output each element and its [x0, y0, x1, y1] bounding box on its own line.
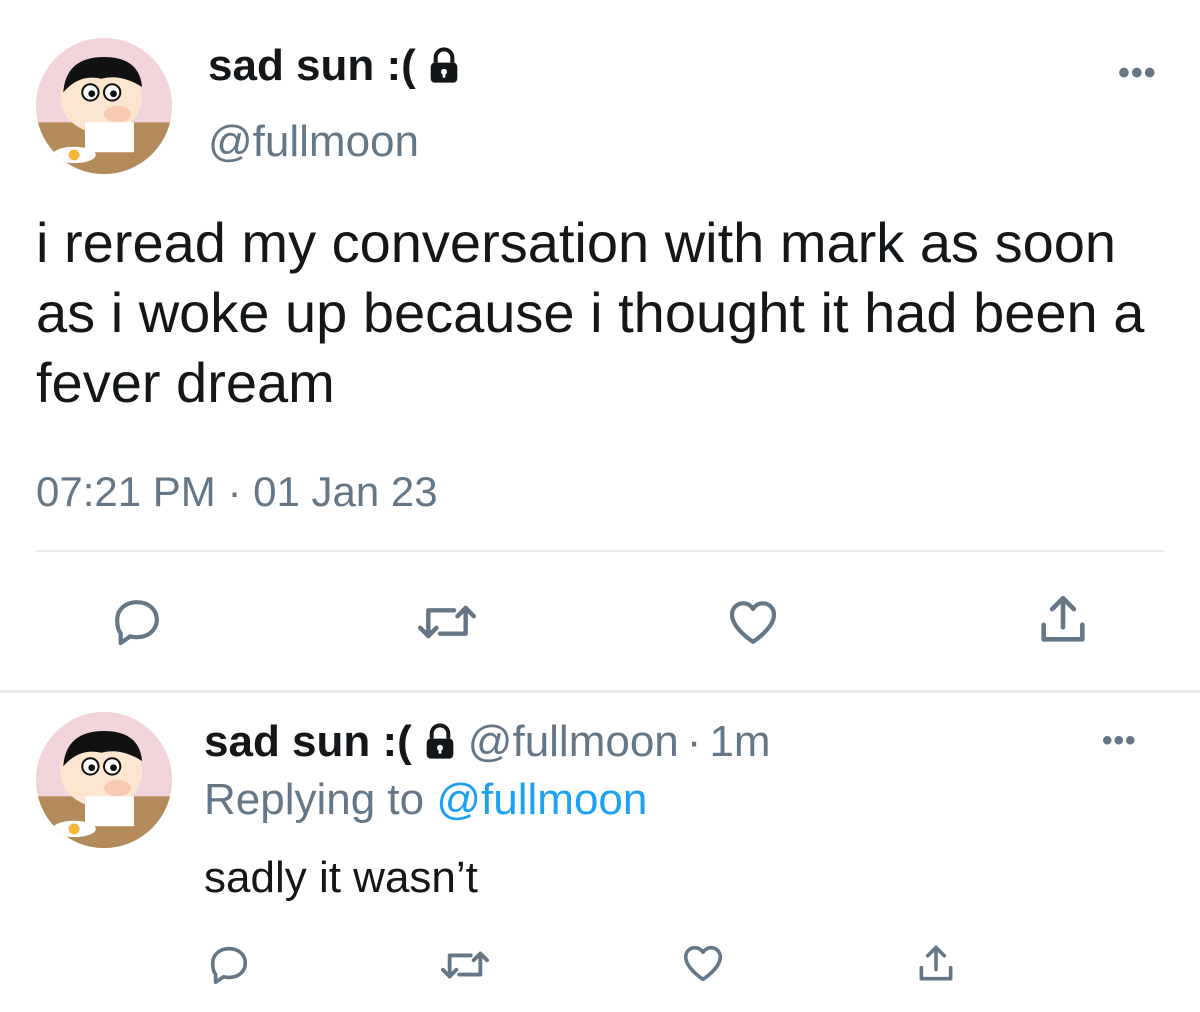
handle[interactable]: @fullmoon	[468, 716, 679, 768]
display-name-text: sad sun :(	[208, 41, 416, 90]
reply-button[interactable]	[108, 594, 166, 650]
tweet-text: i reread my conversation with mark as so…	[36, 211, 1145, 414]
more-options-button[interactable]: •••	[1118, 54, 1157, 93]
tweet-text: sadly it wasn’t	[204, 853, 478, 902]
retweet-button[interactable]	[436, 942, 494, 988]
retweet-button[interactable]	[412, 594, 482, 650]
tweet-divider	[0, 690, 1200, 693]
replying-to: Replying to @fullmoon	[204, 774, 647, 826]
avatar[interactable]	[36, 712, 172, 848]
separator: ·	[686, 717, 702, 766]
divider	[36, 550, 1164, 552]
replying-handle-link[interactable]: @fullmoon	[436, 775, 647, 824]
reply-button[interactable]	[206, 942, 252, 988]
like-button[interactable]	[680, 940, 726, 986]
share-icon	[1041, 595, 1085, 642]
handle[interactable]: @fullmoon	[208, 116, 419, 168]
avatar-image	[36, 38, 172, 174]
lock-icon	[426, 723, 454, 759]
display-name-text[interactable]: sad sun :(	[204, 716, 412, 768]
display-name[interactable]: sad sun :(	[208, 40, 464, 92]
avatar-image	[36, 712, 172, 848]
reply-icon	[210, 946, 248, 985]
retweet-icon	[441, 951, 489, 979]
replying-prefix: Replying to	[204, 775, 425, 824]
share-button[interactable]	[914, 940, 958, 988]
reply-icon	[115, 600, 159, 646]
retweet-icon	[417, 605, 477, 639]
heart-icon	[683, 945, 723, 982]
heart-icon	[729, 601, 777, 644]
lock-icon	[430, 47, 458, 83]
like-button[interactable]	[722, 594, 784, 650]
reply-header: sad sun :( @fullmoon · 1m	[204, 716, 771, 768]
avatar[interactable]	[36, 38, 172, 174]
tweet-timestamp[interactable]: 07:21 PM · 01 Jan 23	[36, 466, 438, 518]
share-button[interactable]	[1034, 590, 1092, 650]
more-options-button[interactable]: •••	[1102, 724, 1137, 758]
tweet-age[interactable]: 1m	[709, 716, 770, 768]
share-icon	[919, 945, 953, 981]
